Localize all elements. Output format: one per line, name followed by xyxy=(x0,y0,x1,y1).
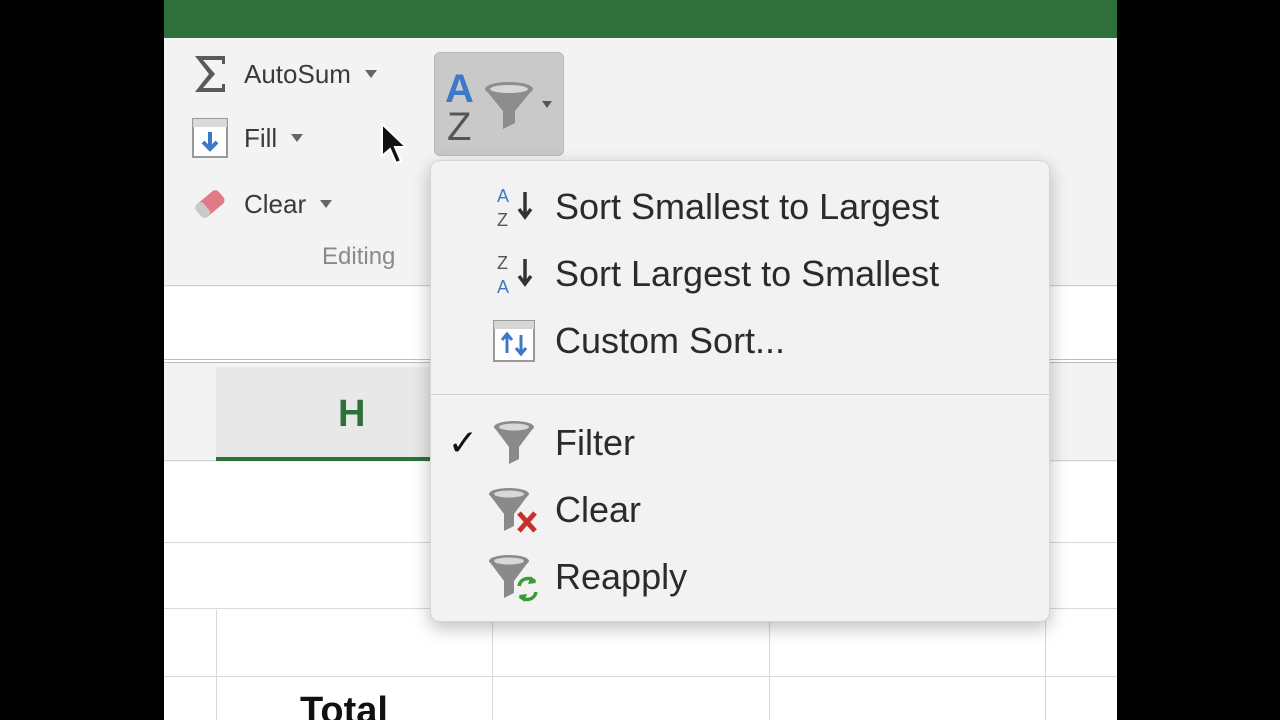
sort-filter-menu: A Z Sort Smallest to Largest Z A Sort La… xyxy=(430,160,1051,622)
column-header-label: H xyxy=(338,393,366,435)
menu-item-label: Reapply xyxy=(555,556,688,597)
column-header-h[interactable]: H xyxy=(216,367,436,461)
az-sort-icon-z: Z xyxy=(447,105,472,149)
grid-line xyxy=(492,610,493,720)
total-cell[interactable]: Total xyxy=(300,690,388,720)
clear-button[interactable]: Clear xyxy=(190,182,333,226)
fill-label: Fill xyxy=(244,122,278,153)
menu-item-filter[interactable]: ✓ Filter xyxy=(431,413,1051,473)
menu-item-custom-sort[interactable]: Custom Sort... xyxy=(431,311,1051,371)
chevron-down-icon[interactable] xyxy=(320,200,333,208)
funnel-icon xyxy=(485,82,533,129)
svg-text:Z: Z xyxy=(497,253,508,273)
grid-line xyxy=(164,676,1117,677)
menu-item-sort-ascending[interactable]: A Z Sort Smallest to Largest xyxy=(431,177,1051,237)
editing-group-label: Editing xyxy=(322,243,396,270)
autosum-button[interactable]: AutoSum xyxy=(190,52,377,96)
sort-filter-button[interactable]: A Z xyxy=(434,52,564,156)
title-bar xyxy=(164,0,1117,38)
menu-item-label: Clear xyxy=(555,489,642,530)
menu-item-label: Sort Smallest to Largest xyxy=(555,186,940,227)
svg-text:Z: Z xyxy=(497,210,508,230)
reapply-filter-icon xyxy=(487,550,541,604)
menu-item-reapply-filter[interactable]: Reapply xyxy=(431,547,1051,607)
clear-label: Clear xyxy=(244,188,307,219)
sigma-icon xyxy=(190,52,230,96)
menu-item-sort-descending[interactable]: Z A Sort Largest to Smallest xyxy=(431,244,1051,304)
fill-down-icon xyxy=(190,116,230,160)
chevron-down-icon[interactable] xyxy=(364,70,377,78)
grid-line xyxy=(1045,610,1046,720)
clear-filter-icon xyxy=(487,483,541,537)
menu-separator xyxy=(431,394,1051,395)
menu-item-label: Custom Sort... xyxy=(555,320,786,361)
filter-icon xyxy=(487,416,541,470)
sort-ascending-icon: A Z xyxy=(487,180,541,234)
az-sort-icon: A xyxy=(445,67,474,111)
grid-line xyxy=(216,610,217,720)
menu-item-label: Filter xyxy=(555,422,635,463)
eraser-icon xyxy=(190,182,230,226)
svg-text:A: A xyxy=(497,186,509,206)
mouse-cursor-icon xyxy=(381,122,409,165)
checkmark-icon: ✓ xyxy=(447,422,479,463)
grid-line xyxy=(769,610,770,720)
menu-item-label: Sort Largest to Smallest xyxy=(555,253,940,294)
autosum-label: AutoSum xyxy=(244,58,351,89)
sort-descending-icon: Z A xyxy=(487,247,541,301)
fill-button[interactable]: Fill xyxy=(190,116,304,160)
chevron-down-icon[interactable] xyxy=(542,101,552,108)
svg-text:A: A xyxy=(497,277,509,297)
custom-sort-icon xyxy=(487,314,541,368)
chevron-down-icon[interactable] xyxy=(291,134,304,142)
menu-item-clear-filter[interactable]: Clear xyxy=(431,480,1051,540)
